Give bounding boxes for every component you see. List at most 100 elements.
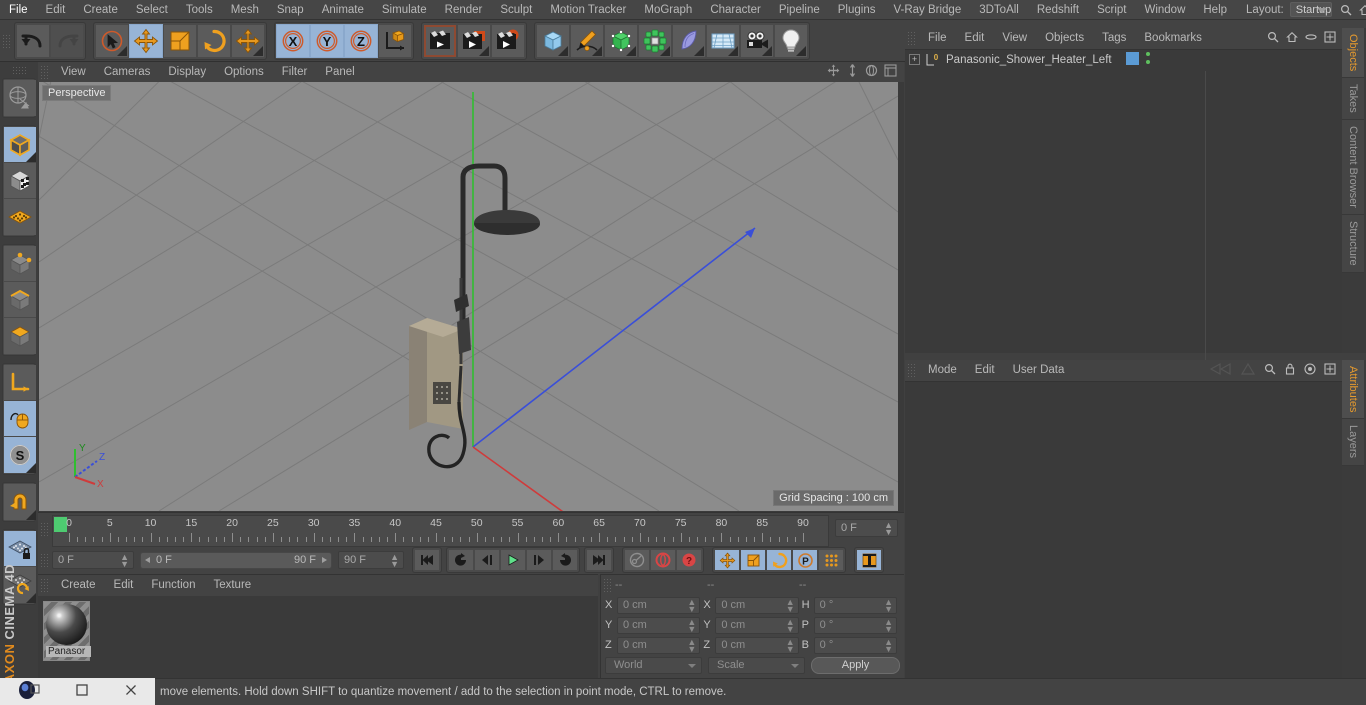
timeline-ruler[interactable]: 0 5 10 15 20 25 30 35 40 45 50 55 60 65 70 75 80 85 90 <box>52 515 829 547</box>
menu-item-tools[interactable]: Tools <box>177 0 222 20</box>
tab-takes[interactable]: Takes <box>1342 78 1364 121</box>
viewport-menu-cameras[interactable]: Cameras <box>95 62 160 82</box>
pan-view-icon[interactable] <box>846 64 859 80</box>
menu-item-vray-bridge[interactable]: V-Ray Bridge <box>884 0 970 20</box>
record-scale-button[interactable] <box>740 549 766 571</box>
menu-item-mograph[interactable]: MoGraph <box>635 0 701 20</box>
object-menu-bookmarks[interactable]: Bookmarks <box>1135 28 1211 48</box>
spinner-icon[interactable]: ▲ ▼ <box>687 637 696 653</box>
add-bend-deformer-button[interactable] <box>672 23 706 58</box>
ellipse-icon[interactable] <box>1305 31 1317 46</box>
coordinates-grip[interactable] <box>603 578 612 592</box>
menu-item-plugins[interactable]: Plugins <box>829 0 885 20</box>
menu-item-simulate[interactable]: Simulate <box>373 0 436 20</box>
tab-objects[interactable]: Objects <box>1342 28 1364 79</box>
material-menu-create[interactable]: Create <box>52 575 105 595</box>
soft-selection-button[interactable]: S <box>4 437 36 473</box>
rotate-view-icon[interactable] <box>865 64 878 80</box>
edges-mode-button[interactable] <box>4 282 36 318</box>
material-tag-icon[interactable] <box>1125 51 1139 68</box>
expand-icon[interactable] <box>1324 362 1336 378</box>
target-icon[interactable] <box>1304 362 1316 378</box>
menu-item-3dtoall[interactable]: 3DToAll <box>970 0 1028 20</box>
spinner-icon[interactable]: ▲ ▼ <box>120 553 129 569</box>
object-menu-tags[interactable]: Tags <box>1093 28 1135 48</box>
texture-mode-button[interactable] <box>4 163 36 199</box>
position-y-field[interactable]: 0 cm ▲ ▼ <box>617 616 701 634</box>
preview-range-bar[interactable]: 0 F 90 F <box>140 551 332 569</box>
menu-item-mesh[interactable]: Mesh <box>222 0 268 20</box>
step-back-button[interactable] <box>474 549 500 571</box>
tab-content-browser[interactable]: Content Browser <box>1342 120 1364 215</box>
render-settings-button[interactable] <box>491 23 525 58</box>
spinner-icon[interactable]: ▲ ▼ <box>884 637 893 653</box>
spinner-icon[interactable]: ▲ ▼ <box>786 637 795 653</box>
step-forward-button[interactable] <box>526 549 552 571</box>
lock-z-axis[interactable]: Z <box>344 23 378 58</box>
spinner-icon[interactable]: ▲ ▼ <box>687 617 696 633</box>
expand-toggle-icon[interactable]: + <box>909 54 920 65</box>
points-mode-button[interactable] <box>4 246 36 282</box>
range-left-arrow-icon[interactable] <box>144 556 152 564</box>
back-icon[interactable] <box>1209 362 1232 378</box>
restore-icon[interactable] <box>75 683 89 700</box>
add-spline-button[interactable] <box>570 23 604 58</box>
add-camera-button[interactable] <box>740 23 774 58</box>
menu-item-help[interactable]: Help <box>1194 0 1236 20</box>
menu-item-animate[interactable]: Animate <box>313 0 373 20</box>
lock-workplane-button[interactable] <box>4 531 36 567</box>
go-to-end-button[interactable] <box>586 549 612 571</box>
lock-icon[interactable] <box>1284 363 1296 378</box>
viewport-menu-panel[interactable]: Panel <box>316 62 363 82</box>
app-icon[interactable] <box>18 680 40 703</box>
toolbar-grip[interactable] <box>2 33 11 48</box>
home-icon[interactable] <box>1359 4 1366 16</box>
material-menu-function[interactable]: Function <box>142 575 204 595</box>
left-toolbar-grip[interactable] <box>12 66 26 75</box>
home-icon[interactable] <box>1286 31 1298 46</box>
layout-select[interactable]: Startup <box>1289 2 1333 17</box>
add-array-button[interactable] <box>638 23 672 58</box>
coordinate-system-select[interactable]: World <box>605 656 702 674</box>
add-light-button[interactable] <box>774 23 808 58</box>
menu-item-script[interactable]: Script <box>1088 0 1135 20</box>
start-frame-field[interactable]: 0 F ▲ ▼ <box>52 551 134 569</box>
material-menu-grip[interactable] <box>40 578 49 592</box>
object-axis-button[interactable] <box>4 365 36 401</box>
menu-item-edit[interactable]: Edit <box>37 0 75 20</box>
current-frame-field[interactable]: 0 F ▲ ▼ <box>835 519 898 537</box>
move-view-icon[interactable] <box>827 64 840 80</box>
record-parameter-button[interactable] <box>818 549 844 571</box>
rotation-h-field[interactable]: 0 ° ▲ ▼ <box>813 596 897 614</box>
world-object-axis-button[interactable] <box>378 23 412 58</box>
polygons-mode-button[interactable] <box>4 318 36 354</box>
timeline-controls-grip[interactable] <box>40 553 49 567</box>
record-pla-button[interactable]: P <box>792 549 818 571</box>
rotate-tool[interactable] <box>197 23 231 58</box>
timeline-playhead[interactable] <box>54 517 67 532</box>
spinner-icon[interactable]: ▲ ▼ <box>786 597 795 613</box>
record-active-objects-button[interactable] <box>624 549 650 571</box>
rotation-b-field[interactable]: 0 ° ▲ ▼ <box>813 636 897 654</box>
model-mode-button[interactable] <box>4 127 36 163</box>
object-menu-view[interactable]: View <box>993 28 1036 48</box>
material-list[interactable]: Panasor <box>38 596 598 680</box>
scale-tool[interactable] <box>163 23 197 58</box>
search-icon[interactable] <box>1267 31 1279 46</box>
object-menu-objects[interactable]: Objects <box>1036 28 1093 48</box>
menu-item-motion-tracker[interactable]: Motion Tracker <box>541 0 635 20</box>
tab-attributes[interactable]: Attributes <box>1342 360 1364 420</box>
position-x-field[interactable]: 0 cm ▲ ▼ <box>617 596 701 614</box>
render-view-button[interactable] <box>423 23 457 58</box>
undo-button[interactable] <box>16 23 50 58</box>
menu-item-window[interactable]: Window <box>1135 0 1194 20</box>
size-z-field[interactable]: 0 cm ▲ ▼ <box>715 636 799 654</box>
spinner-icon[interactable]: ▲ ▼ <box>390 553 399 569</box>
visibility-dots-icon[interactable] <box>1145 51 1151 68</box>
search-icon[interactable] <box>1340 4 1352 16</box>
attribute-menu-grip[interactable] <box>907 363 916 377</box>
attribute-content[interactable] <box>905 381 1342 705</box>
viewport-menu-display[interactable]: Display <box>159 62 215 82</box>
material-item[interactable]: Panasor <box>43 601 91 661</box>
menu-item-snap[interactable]: Snap <box>268 0 313 20</box>
